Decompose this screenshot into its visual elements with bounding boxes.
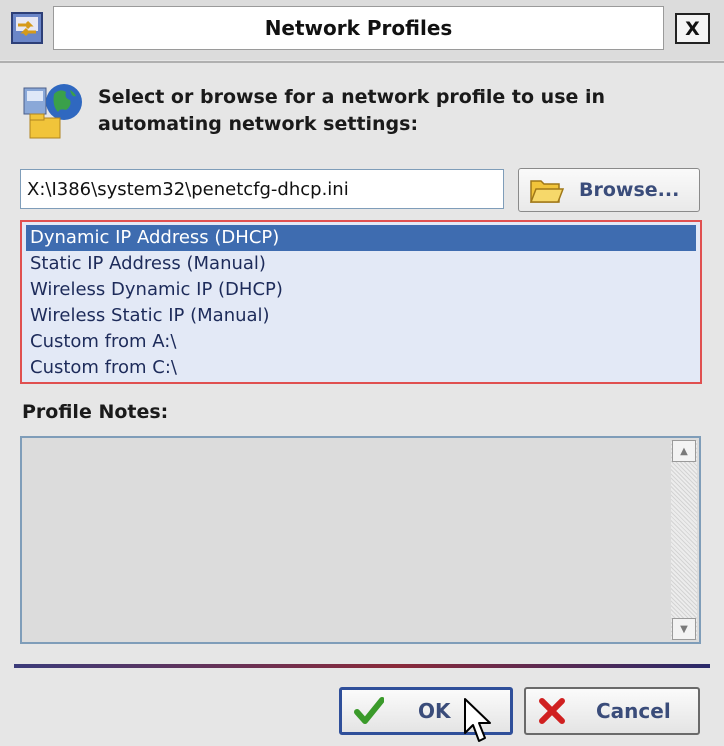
footer-divider <box>14 664 710 668</box>
profile-path-input[interactable] <box>20 169 504 209</box>
ok-button-label: OK <box>418 699 451 723</box>
folder-icon <box>529 180 565 203</box>
profile-notes-area[interactable]: ▲ ▼ <box>20 436 701 644</box>
cancel-x-icon <box>539 698 565 724</box>
browse-button-label: Browse... <box>579 179 680 201</box>
cancel-button-label: Cancel <box>596 699 671 723</box>
profile-item-static[interactable]: Static IP Address (Manual) <box>26 251 696 277</box>
network-profiles-app-icon[interactable] <box>8 10 46 48</box>
scroll-down-icon[interactable]: ▼ <box>672 618 696 640</box>
mouse-pointer-icon <box>464 698 491 742</box>
profile-item-wireless-dhcp[interactable]: Wireless Dynamic IP (DHCP) <box>26 277 696 303</box>
window-title: Network Profiles <box>53 6 664 50</box>
close-button[interactable]: X <box>675 13 710 44</box>
scroll-up-icon[interactable]: ▲ <box>672 440 696 462</box>
checkmark-icon <box>354 697 384 724</box>
profile-item-custom-c[interactable]: Custom from C:\ <box>26 355 696 381</box>
profile-list[interactable]: Dynamic IP Address (DHCP) Static IP Addr… <box>20 220 702 384</box>
network-globe-icon <box>23 84 82 139</box>
profile-item-custom-a[interactable]: Custom from A:\ <box>26 329 696 355</box>
scrollbar-track[interactable] <box>671 440 697 640</box>
cancel-button[interactable]: Cancel <box>524 687 700 735</box>
profile-item-wireless-static[interactable]: Wireless Static IP (Manual) <box>26 303 696 329</box>
title-separator <box>0 61 724 63</box>
profile-item-dhcp[interactable]: Dynamic IP Address (DHCP) <box>26 225 696 251</box>
profile-notes-label: Profile Notes: <box>22 401 169 423</box>
browse-button[interactable]: Browse... <box>518 168 700 212</box>
notes-scrollbar[interactable]: ▲ ▼ <box>671 440 697 640</box>
instruction-text: Select or browse for a network profile t… <box>98 86 606 135</box>
title-bar: Network Profiles X <box>0 0 724 60</box>
